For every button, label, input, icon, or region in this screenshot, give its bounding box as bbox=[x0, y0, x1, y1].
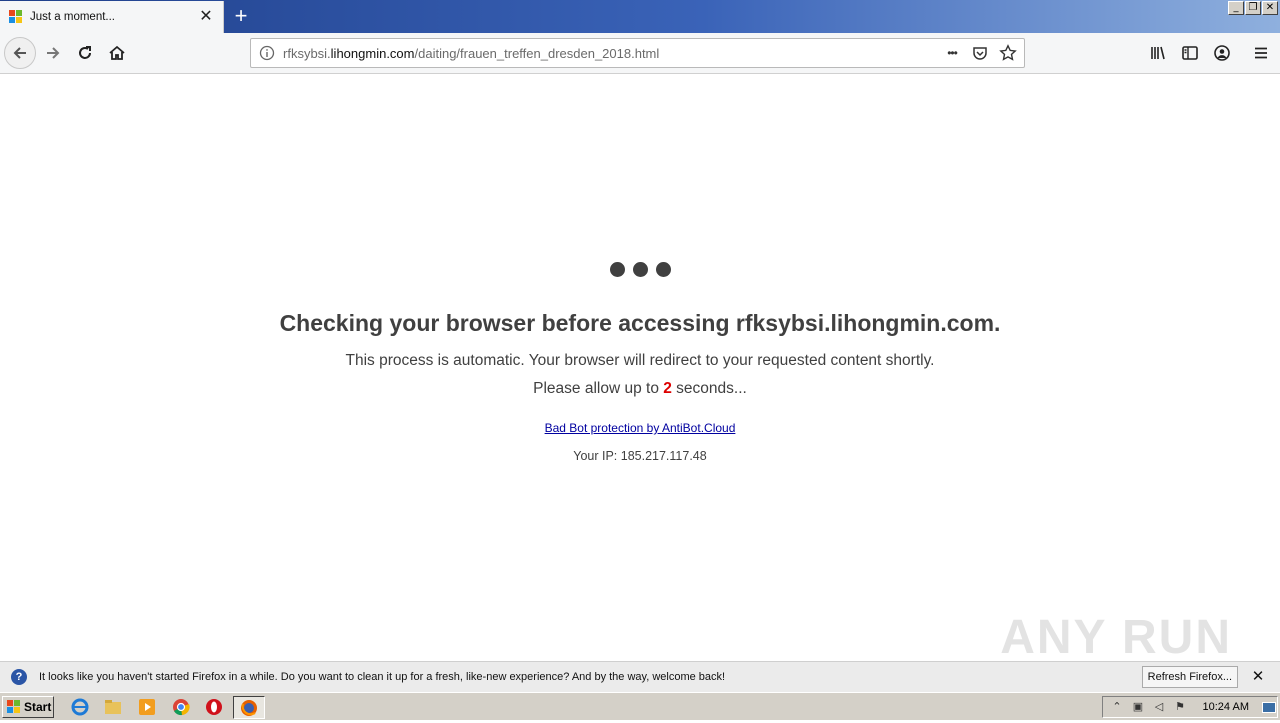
show-hidden-icons-icon[interactable]: ⌃ bbox=[1110, 700, 1124, 714]
home-icon bbox=[109, 45, 125, 60]
redirect-notice: This process is automatic. Your browser … bbox=[345, 352, 935, 369]
bookmark-star-button[interactable] bbox=[994, 39, 1022, 67]
taskbar: Start ⌃ ▣ ◁ ⚑ 10:24 AM bbox=[0, 692, 1280, 720]
url-host: lihongmin.com bbox=[330, 45, 415, 61]
bot-protection-link[interactable]: Bad Bot protection by AntiBot.Cloud bbox=[545, 421, 736, 435]
windows-logo-icon bbox=[7, 700, 20, 713]
loading-dots bbox=[0, 262, 1280, 277]
loading-dot bbox=[655, 262, 671, 277]
start-button[interactable]: Start bbox=[2, 696, 54, 718]
tab-close-icon[interactable]: ✕ bbox=[195, 6, 217, 28]
close-window-button[interactable]: ✕ bbox=[1262, 1, 1278, 15]
navigation-toolbar: rfksybsi.lihongmin.com/daiting/frauen_tr… bbox=[0, 33, 1280, 74]
star-icon bbox=[999, 44, 1017, 61]
file-explorer-icon[interactable] bbox=[103, 697, 123, 717]
url-bar[interactable]: rfksybsi.lihongmin.com/daiting/frauen_tr… bbox=[250, 38, 1025, 68]
firefox-icon bbox=[241, 700, 257, 716]
minimize-button[interactable]: _ bbox=[1228, 1, 1244, 15]
page-actions-button[interactable]: ••• bbox=[938, 39, 966, 67]
home-button[interactable] bbox=[101, 37, 133, 69]
loading-dot bbox=[632, 262, 648, 277]
restore-button[interactable]: ❐ bbox=[1245, 1, 1261, 15]
forward-button[interactable] bbox=[37, 37, 69, 69]
page-content: Checking your browser before accessing r… bbox=[0, 74, 1280, 664]
url-path: /daiting/frauen_treffen_dresden_2018.htm… bbox=[414, 45, 660, 61]
arrow-right-icon bbox=[47, 47, 60, 59]
loading-dot bbox=[609, 262, 625, 277]
action-center-flag-icon[interactable]: ⚑ bbox=[1173, 700, 1187, 714]
url-text[interactable]: rfksybsi.lihongmin.com/daiting/frauen_tr… bbox=[283, 46, 938, 61]
reload-icon bbox=[79, 46, 91, 59]
question-icon: ? bbox=[11, 669, 27, 685]
system-tray: ⌃ ▣ ◁ ⚑ 10:24 AM bbox=[1102, 696, 1278, 718]
library-icon bbox=[1151, 46, 1165, 60]
ip-address: Your IP: 185.217.117.48 bbox=[573, 449, 707, 463]
clock[interactable]: 10:24 AM bbox=[1203, 701, 1249, 713]
library-button[interactable] bbox=[1142, 37, 1174, 69]
volume-icon[interactable]: ◁ bbox=[1152, 700, 1166, 714]
network-icon[interactable]: ▣ bbox=[1131, 700, 1145, 714]
anyrun-watermark: ANY RUN bbox=[1000, 611, 1232, 664]
reload-button[interactable] bbox=[69, 37, 101, 69]
wait-text-after: seconds... bbox=[671, 380, 747, 397]
account-button[interactable] bbox=[1206, 37, 1238, 69]
show-desktop-icon[interactable] bbox=[1262, 702, 1276, 713]
info-icon[interactable] bbox=[259, 45, 275, 61]
menu-button[interactable] bbox=[1245, 37, 1277, 69]
media-player-icon[interactable] bbox=[137, 697, 157, 717]
chrome-icon[interactable] bbox=[171, 697, 191, 717]
wait-text-before: Please allow up to bbox=[533, 380, 664, 397]
url-prefix: rfksybsi. bbox=[283, 45, 331, 61]
wait-notice: Please allow up to 2 seconds... bbox=[0, 380, 1280, 398]
refresh-firefox-button[interactable]: Refresh Firefox... bbox=[1141, 666, 1238, 688]
start-label: Start bbox=[24, 700, 52, 714]
notification-close-icon[interactable]: ✕ bbox=[1250, 669, 1266, 685]
countdown-seconds: 2 bbox=[663, 380, 672, 397]
bot-protection-link-wrap: Bad Bot protection by AntiBot.Cloud bbox=[0, 421, 1280, 435]
more-icon: ••• bbox=[947, 46, 958, 60]
new-tab-button[interactable]: + bbox=[230, 5, 252, 27]
back-button[interactable] bbox=[4, 37, 36, 69]
sidebar-icon bbox=[1182, 46, 1198, 60]
windows-logo-icon bbox=[9, 10, 22, 23]
window-controls: _ ❐ ✕ bbox=[1228, 1, 1278, 15]
internet-explorer-icon[interactable] bbox=[70, 697, 90, 717]
pocket-icon bbox=[973, 47, 987, 60]
pocket-button[interactable] bbox=[966, 39, 994, 67]
tab-strip: Just a moment... ✕ + _ ❐ ✕ bbox=[0, 0, 1280, 33]
hamburger-menu-icon bbox=[1255, 47, 1267, 59]
opera-icon[interactable] bbox=[204, 697, 224, 717]
sidebar-button[interactable] bbox=[1174, 37, 1206, 69]
arrow-left-icon bbox=[13, 47, 26, 59]
notification-bar: ? It looks like you haven't started Fire… bbox=[0, 661, 1280, 692]
tab-active[interactable]: Just a moment... ✕ bbox=[0, 1, 224, 33]
page-heading: Checking your browser before accessing r… bbox=[279, 310, 1001, 336]
account-icon bbox=[1214, 45, 1230, 61]
taskbar-firefox-active[interactable] bbox=[233, 696, 265, 719]
notification-message: It looks like you haven't started Firefo… bbox=[39, 671, 726, 683]
tab-title: Just a moment... bbox=[30, 11, 116, 23]
